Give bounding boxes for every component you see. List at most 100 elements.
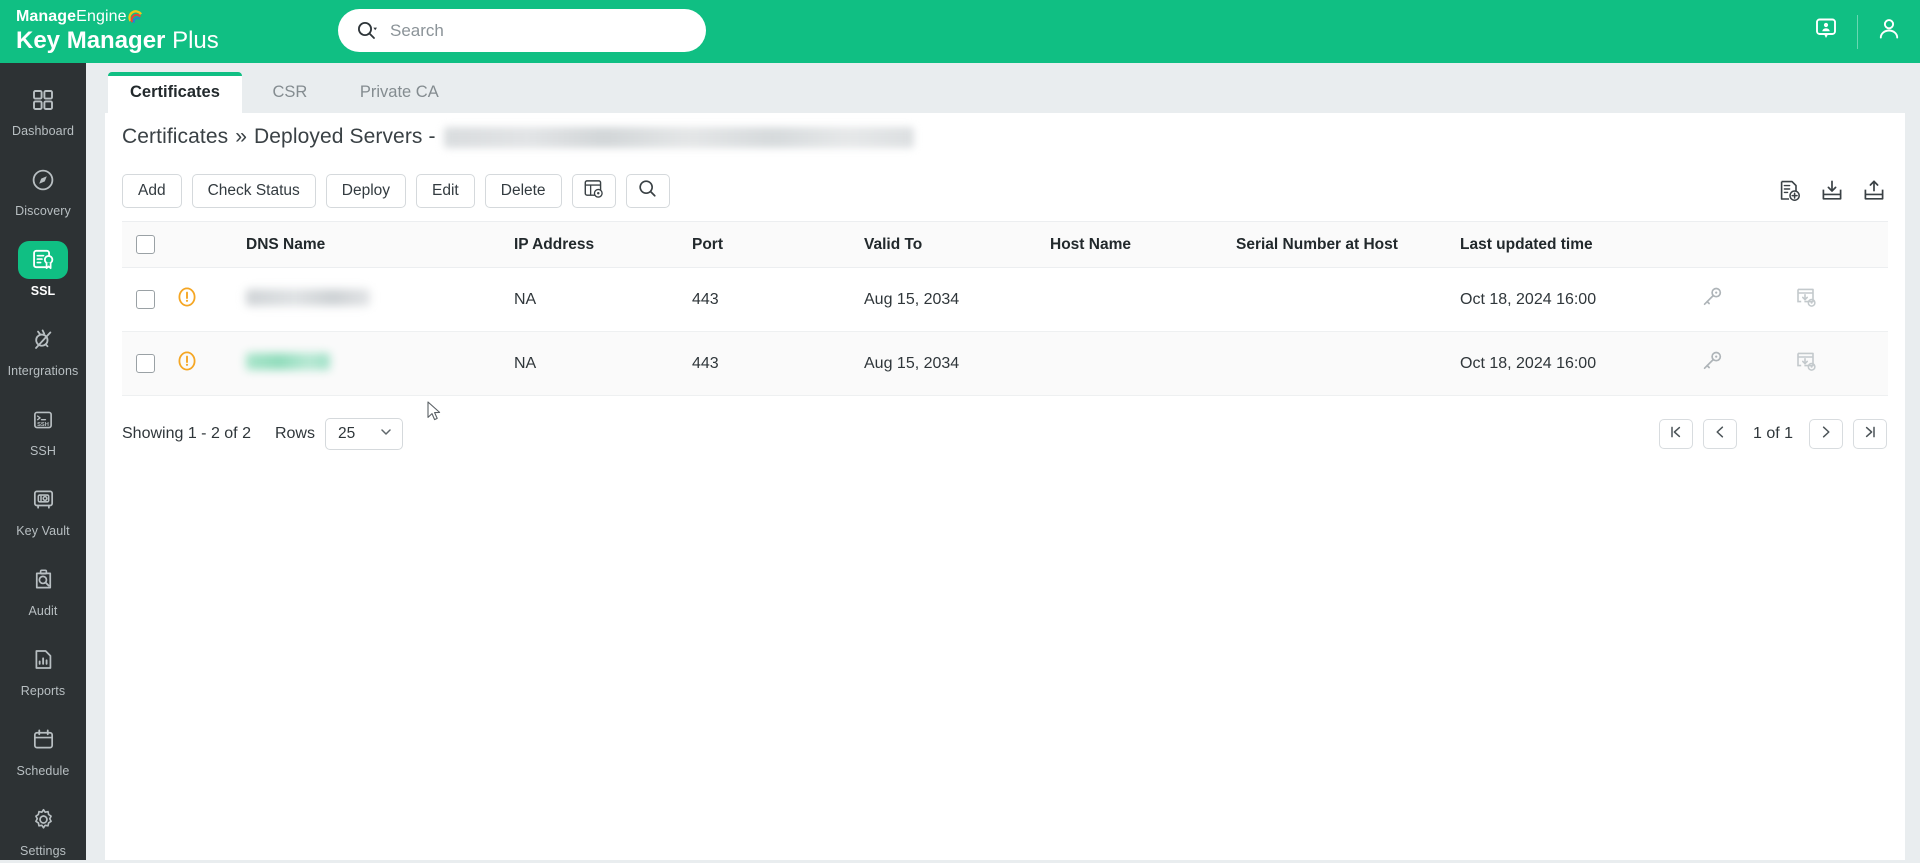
header-action-key [1700, 222, 1794, 268]
page-indicator: 1 of 1 [1753, 425, 1793, 443]
global-search-box[interactable] [338, 9, 706, 52]
breadcrumb: Certificates » Deployed Servers - [105, 113, 1905, 161]
sidebar-item-discovery[interactable]: Discovery [0, 155, 86, 223]
header-host-name[interactable]: Host Name [1050, 222, 1236, 268]
deploy-button[interactable]: Deploy [326, 174, 406, 208]
add-button[interactable]: Add [122, 174, 182, 208]
brand-prefix: Manage [16, 8, 76, 25]
row-checkbox-cell [122, 332, 176, 396]
row-valid-to: Aug 15, 2034 [864, 268, 1050, 332]
page-first-icon [1668, 424, 1684, 445]
search-dropdown-icon[interactable] [356, 20, 378, 42]
tab-certificates[interactable]: Certificates [108, 72, 242, 113]
brand-suffix: Engine [76, 8, 126, 25]
terminal-ssh-icon: SSH [18, 401, 68, 439]
product-name-bold: Key Manager [16, 27, 165, 54]
certificate-icon [18, 241, 68, 279]
sidebar-item-key-vault[interactable]: Key Vault [0, 475, 86, 543]
sidebar-item-dashboard[interactable]: Dashboard [0, 75, 86, 143]
key-icon[interactable] [1700, 296, 1724, 313]
sidebar-item-ssh[interactable]: SSH SSH [0, 395, 86, 463]
tab-private-ca[interactable]: Private CA [338, 72, 461, 113]
key-icon[interactable] [1700, 360, 1724, 377]
header-last-updated[interactable]: Last updated time [1460, 222, 1700, 268]
content-card: Certificates » Deployed Servers - Add Ch… [105, 113, 1905, 860]
sidebar-item-ssl[interactable]: SSL [0, 235, 86, 303]
edit-button[interactable]: Edit [416, 174, 475, 208]
search-input[interactable] [390, 21, 688, 41]
safe-vault-icon [18, 481, 68, 519]
table-row[interactable]: NA 443 Aug 15, 2034 Oct 18, 2024 16:00 [122, 268, 1888, 332]
sidebar-label-ssl: SSL [31, 284, 56, 298]
row-status-cell [176, 268, 246, 332]
header-port[interactable]: Port [692, 222, 864, 268]
rows-per-page-select[interactable]: 25 [325, 418, 403, 450]
last-page-button[interactable] [1853, 419, 1887, 449]
row-ip-address: NA [514, 332, 692, 396]
row-action-download-cell [1794, 268, 1888, 332]
sidebar-item-audit[interactable]: Audit [0, 555, 86, 623]
row-last-updated: Oct 18, 2024 16:00 [1460, 268, 1700, 332]
row-serial-number [1236, 332, 1460, 396]
search-filter-button[interactable] [626, 174, 670, 208]
table-row[interactable]: NA 443 Aug 15, 2034 Oct 18, 2024 16:00 [122, 332, 1888, 396]
header-dns-name[interactable]: DNS Name [246, 222, 514, 268]
row-ip-address: NA [514, 268, 692, 332]
tab-csr[interactable]: CSR [242, 72, 338, 113]
header-serial-number[interactable]: Serial Number at Host [1236, 222, 1460, 268]
next-page-button[interactable] [1809, 419, 1843, 449]
add-certificate-icon[interactable] [1777, 178, 1803, 204]
row-action-key-cell [1700, 268, 1794, 332]
dns-name-redacted [246, 353, 330, 370]
breadcrumb-root[interactable]: Certificates [122, 125, 228, 149]
action-toolbar: Add Check Status Deploy Edit Delete [105, 161, 1905, 221]
warning-icon [176, 295, 198, 312]
sidebar-item-intergrations[interactable]: Intergrations [0, 315, 86, 383]
sidebar-item-schedule[interactable]: Schedule [0, 715, 86, 783]
row-dns-name [246, 332, 514, 396]
sidebar-label-intergrations: Intergrations [8, 364, 79, 378]
row-valid-to: Aug 15, 2034 [864, 332, 1050, 396]
warning-icon [176, 359, 198, 376]
clipboard-search-icon [18, 561, 68, 599]
prev-page-button[interactable] [1703, 419, 1737, 449]
grid-icon [18, 81, 68, 119]
breadcrumb-separator: » [235, 125, 247, 149]
search-icon [637, 178, 658, 204]
report-chart-icon [18, 641, 68, 679]
plug-icon [18, 321, 68, 359]
delete-button[interactable]: Delete [485, 174, 562, 208]
sidebar-label-ssh: SSH [30, 444, 56, 458]
sidebar-label-settings: Settings [20, 844, 66, 858]
row-last-updated: Oct 18, 2024 16:00 [1460, 332, 1700, 396]
check-status-button[interactable]: Check Status [192, 174, 316, 208]
row-checkbox[interactable] [136, 290, 155, 309]
sidebar-label-schedule: Schedule [17, 764, 70, 778]
sidebar-label-key-vault: Key Vault [16, 524, 69, 538]
chevron-down-icon [379, 425, 393, 444]
breadcrumb-current: Deployed Servers - [254, 125, 436, 149]
import-icon[interactable] [1819, 178, 1845, 204]
row-host-name [1050, 332, 1236, 396]
export-icon[interactable] [1861, 178, 1887, 204]
sidebar-item-settings[interactable]: Settings [0, 795, 86, 863]
select-all-checkbox[interactable] [136, 235, 155, 254]
first-page-button[interactable] [1659, 419, 1693, 449]
rows-per-page-value: 25 [338, 425, 355, 443]
sidebar-label-reports: Reports [21, 684, 65, 698]
header-ip-address[interactable]: IP Address [514, 222, 692, 268]
header-select-all [122, 222, 176, 268]
gear-icon [18, 801, 68, 839]
user-profile-button[interactable] [1858, 0, 1920, 63]
product-name: Key Manager Plus [16, 27, 320, 55]
download-settings-icon[interactable] [1794, 360, 1818, 377]
header-valid-to[interactable]: Valid To [864, 222, 1050, 268]
column-settings-button[interactable] [572, 174, 616, 208]
sidebar-item-reports[interactable]: Reports [0, 635, 86, 703]
row-checkbox[interactable] [136, 354, 155, 373]
toolbar-right-actions [1777, 161, 1887, 221]
row-port: 443 [692, 332, 864, 396]
support-contact-button[interactable] [1795, 0, 1857, 63]
sidebar-label-discovery: Discovery [15, 204, 71, 218]
download-settings-icon[interactable] [1794, 296, 1818, 313]
